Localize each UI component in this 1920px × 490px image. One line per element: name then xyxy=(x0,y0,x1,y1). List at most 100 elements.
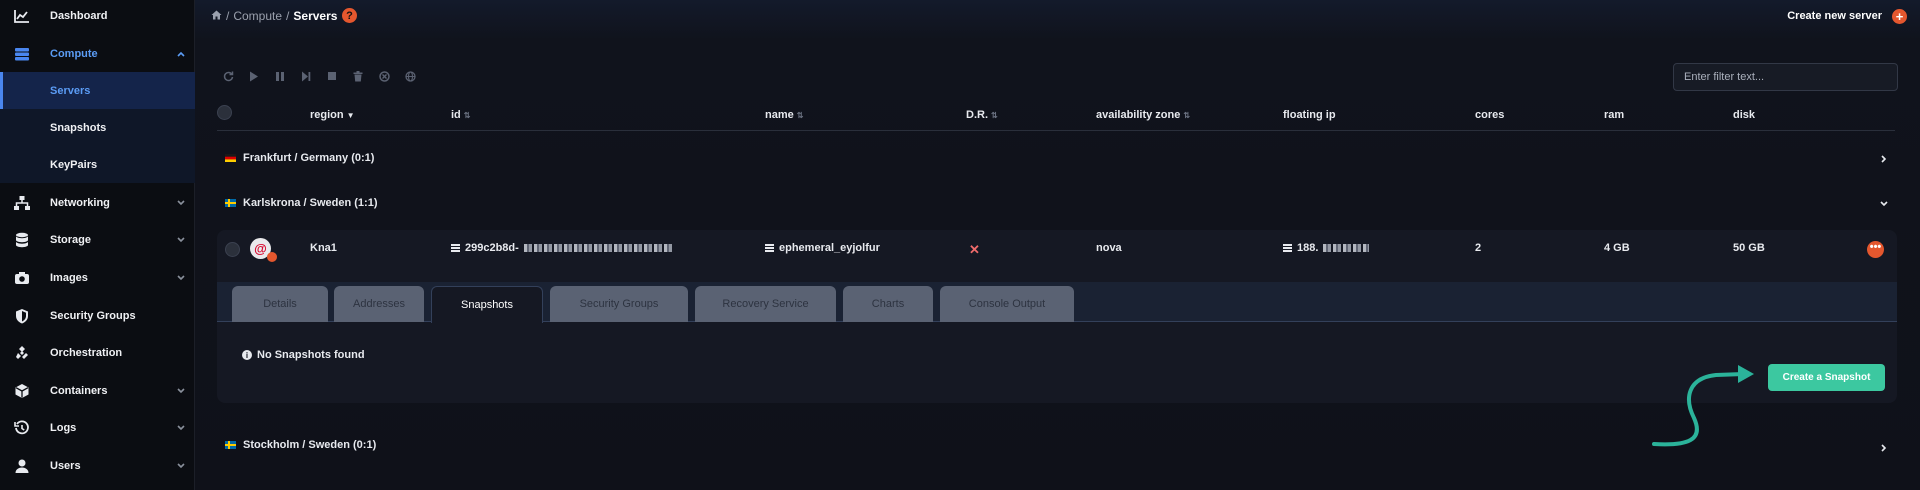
cancel-icon[interactable] xyxy=(377,69,391,83)
sidebar-item-label: Logs xyxy=(50,421,77,434)
chevron-down-icon xyxy=(177,462,185,468)
tab-details[interactable]: Details xyxy=(232,286,328,322)
stop-icon[interactable] xyxy=(325,69,339,83)
chevron-down-icon xyxy=(177,199,185,205)
list-icon xyxy=(451,244,460,252)
redacted-text xyxy=(1323,244,1370,252)
empty-state-text: No Snapshots found xyxy=(257,349,365,361)
sidebar-item-images[interactable]: Images xyxy=(0,259,195,296)
refresh-icon[interactable] xyxy=(221,69,235,83)
row-select-radio[interactable] xyxy=(225,242,240,257)
sidebar-item-label: Storage xyxy=(50,233,91,246)
pause-icon[interactable] xyxy=(273,69,287,83)
server-id-text: 299c2b8d- xyxy=(465,242,519,254)
more-options-button[interactable]: ••• xyxy=(1867,241,1884,258)
sidebar-item-users[interactable]: Users xyxy=(0,447,195,484)
orchestration-icon xyxy=(13,344,31,362)
breadcrumb-current: Servers xyxy=(293,9,338,23)
tab-charts[interactable]: Charts xyxy=(843,286,933,322)
create-server-link[interactable]: Create new server xyxy=(1787,10,1882,22)
server-floating-ip[interactable]: 188. xyxy=(1283,242,1370,254)
select-all-radio[interactable] xyxy=(217,105,232,120)
floating-ip-text: 188. xyxy=(1297,242,1319,254)
sidebar-item-storage[interactable]: Storage xyxy=(0,221,195,258)
sidebar-item-networking[interactable]: Networking xyxy=(0,184,195,221)
breadcrumb-separator: / xyxy=(286,9,290,23)
sweden-flag-icon xyxy=(225,199,236,207)
status-badge xyxy=(267,252,277,262)
column-label: id xyxy=(451,109,461,121)
chevron-right-icon[interactable] xyxy=(1879,443,1889,453)
add-server-button[interactable]: + xyxy=(1892,9,1907,24)
server-name[interactable]: ephemeral_eyjolfur xyxy=(765,242,880,254)
resume-icon[interactable] xyxy=(299,69,313,83)
chevron-down-icon xyxy=(177,274,185,280)
sidebar-item-label: Orchestration xyxy=(50,346,123,359)
tab-addresses[interactable]: Addresses xyxy=(334,286,424,322)
sidebar-item-servers[interactable]: Servers xyxy=(0,72,195,109)
region-group-label: Frankfurt / Germany (0:1) xyxy=(243,152,375,164)
breadcrumb: / Compute / Servers xyxy=(211,9,337,23)
chevron-down-icon xyxy=(177,424,185,430)
column-header-floating-ip: floating ip xyxy=(1283,109,1336,121)
chevron-down-icon xyxy=(177,236,185,242)
globe-icon[interactable] xyxy=(403,69,417,83)
disaster-recovery-status: ✕ xyxy=(969,242,980,258)
detail-tabs: Details Addresses Snapshots Security Gro… xyxy=(217,282,1897,323)
help-icon[interactable]: ? xyxy=(342,8,357,23)
list-icon xyxy=(765,244,774,252)
server-region: Kna1 xyxy=(310,242,337,254)
sidebar-item-security-groups[interactable]: Security Groups xyxy=(0,297,195,334)
network-icon xyxy=(13,194,31,212)
sidebar-item-containers[interactable]: Containers xyxy=(0,372,195,409)
sidebar-item-label: Compute xyxy=(50,47,98,60)
action-toolbar xyxy=(221,69,417,83)
tab-snapshots[interactable]: Snapshots xyxy=(431,286,543,323)
column-header-cores: cores xyxy=(1475,109,1504,121)
sidebar-item-label: Containers xyxy=(50,384,108,397)
server-id[interactable]: 299c2b8d- xyxy=(451,242,674,254)
sidebar-item-compute[interactable]: Compute xyxy=(0,35,195,72)
tab-console-output[interactable]: Console Output xyxy=(940,286,1074,322)
column-label: region xyxy=(310,109,344,121)
sidebar-item-label: Dashboard xyxy=(50,9,108,22)
region-group-stockholm[interactable]: Stockholm / Sweden (0:1) xyxy=(195,431,1920,461)
column-header-dr[interactable]: D.R. ⇅ xyxy=(966,109,998,121)
column-label: cores xyxy=(1475,109,1505,121)
region-group-label: Stockholm / Sweden (0:1) xyxy=(243,439,377,451)
sidebar-item-label: Security Groups xyxy=(50,309,136,322)
region-group-karlskrona[interactable]: Karlskrona / Sweden (1:1) xyxy=(195,189,1920,219)
breadcrumb-compute[interactable]: Compute xyxy=(233,9,282,23)
sidebar-item-logs[interactable]: Logs xyxy=(0,409,195,446)
column-header-availability-zone[interactable]: availability zone ⇅ xyxy=(1096,109,1190,121)
home-icon[interactable] xyxy=(211,9,222,23)
sidebar-item-dashboard[interactable]: Dashboard xyxy=(0,0,195,34)
region-group-frankfurt[interactable]: Frankfurt / Germany (0:1) xyxy=(195,144,1920,174)
sidebar-item-label: Networking xyxy=(50,196,110,209)
server-stack-icon xyxy=(13,45,31,63)
column-header-id[interactable]: id ⇅ xyxy=(451,109,470,121)
redacted-text xyxy=(523,244,674,252)
create-snapshot-button[interactable]: Create a Snapshot xyxy=(1768,364,1885,391)
column-label: availability zone xyxy=(1096,109,1181,121)
column-header-region[interactable]: region ▼ xyxy=(310,109,355,121)
start-icon[interactable] xyxy=(247,69,261,83)
sidebar-item-snapshots[interactable]: Snapshots xyxy=(0,109,195,146)
chevron-down-icon[interactable] xyxy=(1879,199,1889,209)
column-header-disk: disk xyxy=(1733,109,1755,121)
table-row[interactable]: @ Kna1 299c2b8d- ephemeral_eyjolfur ✕ no… xyxy=(217,230,1897,268)
chevron-right-icon[interactable] xyxy=(1879,154,1889,164)
sidebar-item-keypairs[interactable]: KeyPairs xyxy=(0,146,195,183)
tab-security-groups[interactable]: Security Groups xyxy=(550,286,688,322)
trash-icon[interactable] xyxy=(351,69,365,83)
sweden-flag-icon xyxy=(225,441,236,449)
camera-icon xyxy=(13,269,31,287)
column-label: D.R. xyxy=(966,109,988,121)
sidebar-item-label: Servers xyxy=(50,84,91,97)
column-header-name[interactable]: name ⇅ xyxy=(765,109,803,121)
empty-state-message: i No Snapshots found xyxy=(242,349,365,361)
tab-recovery-service[interactable]: Recovery Service xyxy=(695,286,836,322)
sidebar-item-orchestration[interactable]: Orchestration xyxy=(0,334,195,371)
filter-input[interactable] xyxy=(1673,63,1898,91)
sort-icon: ⇅ xyxy=(796,111,804,120)
